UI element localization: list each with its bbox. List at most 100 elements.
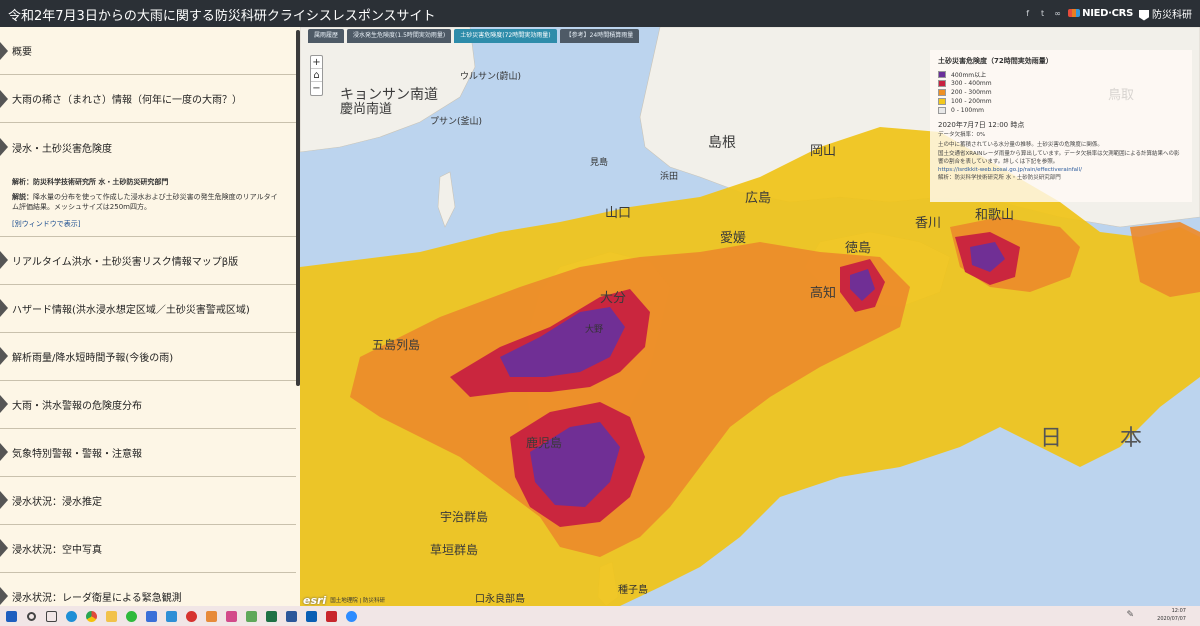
sidebar-item-flood-landslide-risk[interactable]: 浸水・土砂災害危険度: [0, 123, 296, 171]
triangle-right-icon: [0, 251, 8, 270]
task-view-icon[interactable]: [42, 607, 60, 625]
label-uji-islands: 宇治群島: [440, 509, 488, 524]
label-hamada: 浜田: [660, 171, 678, 182]
triangle-right-icon: [0, 41, 8, 60]
triangle-right-icon: [0, 299, 8, 318]
triangle-right-icon: [0, 443, 8, 462]
windows-start-icon[interactable]: [2, 607, 20, 625]
sidebar-item-hazard-info[interactable]: ハザード情報(洪水浸水想定区域／土砂災害警戒区域): [0, 284, 296, 333]
label-kuchinoerabu: 口永良部島: [475, 592, 525, 605]
esri-logo[interactable]: esri: [303, 594, 326, 607]
app-icon-pink[interactable]: [222, 607, 240, 625]
label-tanegashima: 種子島: [618, 583, 648, 596]
label-ulsan: ウルサン(蔚山): [460, 70, 521, 82]
sidebar-item-warning-distribution[interactable]: 大雨・洪水警報の危険度分布: [0, 380, 296, 429]
legend-swatch: [938, 98, 946, 105]
zoom-control: + ⌂ −: [310, 55, 323, 96]
legend-title: 土砂災害危険度（72時間実効雨量）: [938, 57, 1053, 65]
sidebar-detail-panel: 解析：防災科学技術研究所 水・土砂防災研究部門 解説：降水量の分布を使って作成し…: [0, 171, 296, 237]
legend-row: 300 - 400mm: [938, 79, 1184, 88]
legend-swatch: [938, 71, 946, 78]
map-attribution: esri 国土地理院 | 防災科研: [303, 594, 385, 607]
pen-tray-icon[interactable]: ✎: [1126, 610, 1134, 620]
header-right: f t ∞ NIED·CRS 防災科研: [1023, 6, 1192, 21]
detail-explain: 解説：降水量の分布を使って作成した浸水および土砂災害の発生危険度のリアルタイム評…: [12, 193, 278, 212]
zoom-out-button[interactable]: −: [311, 82, 322, 95]
label-ni: 日: [1040, 426, 1062, 451]
triangle-right-icon: [0, 347, 8, 366]
legend-row: 0 - 100mm: [938, 106, 1184, 115]
search-icon[interactable]: [22, 607, 40, 625]
label-okayama: 岡山: [810, 144, 836, 159]
legend-note-1: 土の中に蓄積されている水分量の推移。土砂災害の危険度に関係。: [938, 141, 1103, 148]
edge-icon[interactable]: [62, 607, 80, 625]
label-ohno: 大野: [585, 323, 603, 335]
label-kochi: 高知: [810, 285, 836, 301]
legend-time: 2020年7月7日 12:00 時点: [938, 121, 1025, 129]
tab-rain-history[interactable]: 属雨履歴: [308, 29, 345, 43]
sidebar-item-flood-estimate[interactable]: 浸水状況：浸水推定: [0, 476, 296, 525]
sidebar-item-overview[interactable]: 概要: [0, 27, 296, 75]
label-mishima: 見島: [590, 156, 608, 168]
taskbar-clock[interactable]: 12:07 2020/07/07: [1157, 607, 1186, 623]
tab-24h-rainfall[interactable]: 【参考】24時間積算雨量: [559, 29, 640, 43]
bosai-logo[interactable]: 防災科研: [1139, 6, 1192, 21]
legend-missing-rate: データ欠損率：0%: [938, 132, 986, 138]
home-button[interactable]: ⌂: [311, 69, 322, 82]
facebook-icon[interactable]: f: [1023, 9, 1032, 18]
open-new-window-link[interactable]: [別ウィンドウで表示]: [12, 219, 284, 229]
tab-landslide-risk[interactable]: 土砂災害危険度(72時間実効雨量): [454, 29, 557, 43]
twitter-icon[interactable]: t: [1038, 9, 1047, 18]
legend-swatch: [938, 89, 946, 96]
legend-credit: 解析：防災科学技術研究所 水・土砂防災研究部門: [938, 174, 1061, 181]
triangle-right-icon: [0, 138, 8, 156]
tab-flood-risk[interactable]: 浸水発生危険度(1.5時間実効雨量): [347, 29, 452, 43]
label-oita: 大分: [600, 291, 626, 306]
app-icon-orange[interactable]: [202, 607, 220, 625]
sidebar-item-realtime-risk-map[interactable]: リアルタイム洪水・土砂災害リスク情報マップβ版: [0, 236, 296, 285]
legend-note-2: 国土交通省XRAINレーダ雨量から算出しています。データ欠損率は欠測範囲による計…: [938, 151, 1180, 166]
sidebar-item-radar-satellite[interactable]: 浸水状況：レーダ衛星による緊急観測: [0, 572, 296, 606]
sidebar-item-weather-warnings[interactable]: 気象特別警報・警報・注意報: [0, 428, 296, 477]
outlook-icon[interactable]: [302, 607, 320, 625]
map-tab-bar: 属雨履歴 浸水発生危険度(1.5時間実効雨量) 土砂災害危険度(72時間実効雨量…: [308, 29, 640, 43]
label-hiroshima: 広島: [745, 191, 771, 206]
excel-icon[interactable]: [262, 607, 280, 625]
label-wakayama: 和歌山: [975, 208, 1014, 223]
sidebar-item-aerial-photo[interactable]: 浸水状況：空中写真: [0, 524, 296, 573]
nied-logo[interactable]: NIED·CRS: [1068, 8, 1133, 19]
label-gyeongsangnam-do: キョンサン南道: [340, 87, 438, 103]
file-explorer-icon[interactable]: [102, 607, 120, 625]
bosai-shield-icon: [1139, 9, 1149, 21]
tsushima-land: [437, 171, 456, 228]
label-hon: 本: [1120, 426, 1142, 451]
nied-mark-icon: [1068, 9, 1081, 17]
legend-row: 200 - 300mm: [938, 88, 1184, 97]
word-icon[interactable]: [282, 607, 300, 625]
clock-date: 2020/07/07: [1157, 616, 1186, 622]
sidebar-item-rarity[interactable]: 大雨の稀さ（まれさ）情報（何年に一度の大雨？）: [0, 75, 296, 123]
app-icon-green[interactable]: [242, 607, 260, 625]
zoom-app-icon[interactable]: [342, 607, 360, 625]
triangle-right-icon: [0, 539, 8, 558]
photos-icon[interactable]: [162, 607, 180, 625]
label-kagoshima: 鹿児島: [526, 435, 562, 450]
zoom-in-button[interactable]: +: [311, 56, 322, 69]
acrobat-icon[interactable]: [322, 607, 340, 625]
mail-icon[interactable]: [142, 607, 160, 625]
legend-url-link[interactable]: https://isrdkkit-web.bosai.go.jp/rain/ef…: [938, 167, 1184, 173]
label-goto-islands: 五島列島: [372, 337, 420, 352]
map-legend: 土砂災害危険度（72時間実効雨量） 400mm以上 300 - 400mm 20…: [930, 50, 1192, 202]
legend-swatch: [938, 107, 946, 114]
link-icon[interactable]: ∞: [1053, 9, 1062, 18]
label-busan: プサン(釜山): [430, 115, 482, 127]
sidebar-item-rainfall-forecast[interactable]: 解析雨量/降水短時間予報(今後の雨): [0, 332, 296, 381]
chrome-icon[interactable]: [82, 607, 100, 625]
app-icon-red[interactable]: [182, 607, 200, 625]
clock-time: 12:07: [1171, 608, 1186, 614]
detail-analysis: 解析：防災科学技術研究所 水・土砂防災研究部門: [12, 178, 169, 186]
legend-swatch: [938, 80, 946, 87]
line-app-icon[interactable]: [122, 607, 140, 625]
app-title: 令和2年7月3日からの大雨に関する防災科研クライシスレスポンスサイト: [8, 9, 436, 24]
label-ehime: 愛媛: [720, 231, 746, 246]
